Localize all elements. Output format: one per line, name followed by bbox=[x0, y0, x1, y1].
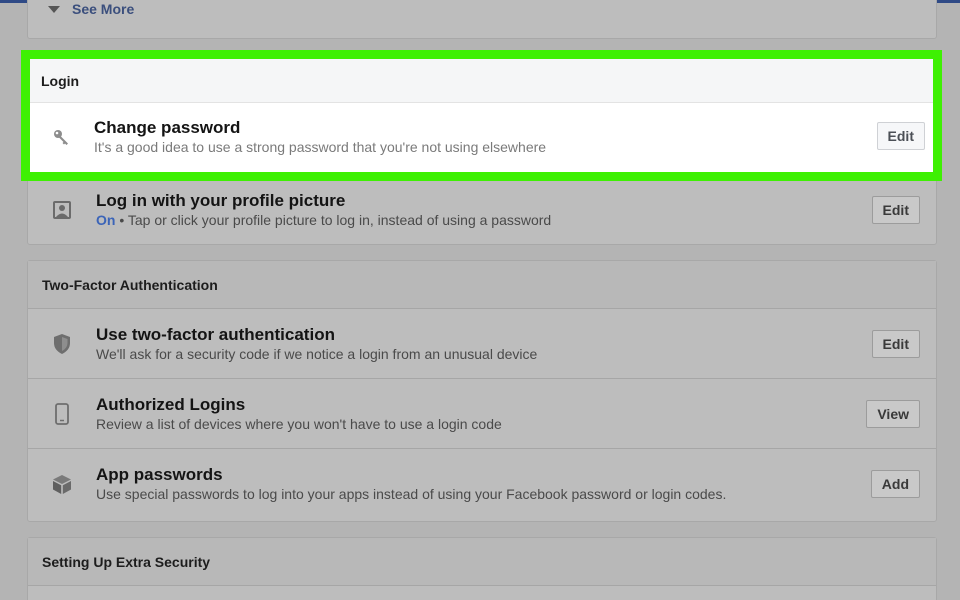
phone-icon bbox=[28, 379, 96, 448]
authorized-logins-title: Authorized Logins bbox=[96, 394, 246, 414]
two-factor-description: We'll ask for a security code if we noti… bbox=[96, 345, 538, 362]
extra-security-section: Setting Up Extra Security bbox=[27, 537, 937, 600]
app-passwords-add-button[interactable]: Add bbox=[870, 470, 920, 498]
authorized-logins-description: Review a list of devices where you won't… bbox=[96, 415, 502, 432]
chevron-down-icon bbox=[48, 5, 60, 13]
change-password-edit-button[interactable]: Edit bbox=[876, 122, 925, 150]
profile-picture-description: On • Tap or click your profile picture t… bbox=[96, 211, 936, 230]
profile-picture-title: Log in with your profile picture bbox=[96, 190, 346, 210]
two-factor-row[interactable]: Use two-factor authentication We'll ask … bbox=[28, 309, 936, 379]
profile-picture-status: On bbox=[96, 211, 116, 228]
app-passwords-row[interactable]: App passwords Use special passwords to l… bbox=[28, 449, 936, 519]
extra-security-header: Setting Up Extra Security bbox=[28, 538, 936, 586]
authorized-logins-view-button[interactable]: View bbox=[866, 400, 920, 428]
profile-picture-desc-text: • Tap or click your profile picture to l… bbox=[115, 211, 552, 228]
cube-icon bbox=[28, 449, 96, 519]
see-more-link[interactable]: See More bbox=[48, 1, 134, 17]
login-section-header: Login bbox=[30, 59, 933, 103]
profile-picture-edit-button[interactable]: Edit bbox=[871, 196, 920, 224]
two-factor-title: Use two-factor authentication bbox=[96, 324, 335, 344]
two-factor-edit-button[interactable]: Edit bbox=[871, 330, 920, 358]
key-icon bbox=[30, 103, 94, 170]
app-passwords-title: App passwords bbox=[96, 465, 223, 484]
shield-icon bbox=[28, 309, 96, 378]
change-password-title: Change password bbox=[94, 117, 241, 137]
see-more-label: See More bbox=[72, 1, 135, 17]
two-factor-header: Two-Factor Authentication bbox=[28, 261, 936, 309]
profile-picture-row[interactable]: Log in with your profile picture On • Ta… bbox=[28, 175, 936, 244]
change-password-row[interactable]: Change password It's a good idea to use … bbox=[30, 103, 933, 170]
change-password-description: It's a good idea to use a strong passwor… bbox=[94, 138, 547, 155]
previous-section-panel: See More bbox=[27, 0, 937, 39]
two-factor-section: Two-Factor Authentication Use two-factor… bbox=[27, 260, 937, 522]
app-passwords-description: Use special passwords to log into your a… bbox=[96, 486, 727, 502]
authorized-logins-row[interactable]: Authorized Logins Review a list of devic… bbox=[28, 379, 936, 449]
profile-picture-icon bbox=[28, 175, 96, 244]
highlighted-change-password: Login Change password It's a good idea t… bbox=[21, 50, 942, 181]
